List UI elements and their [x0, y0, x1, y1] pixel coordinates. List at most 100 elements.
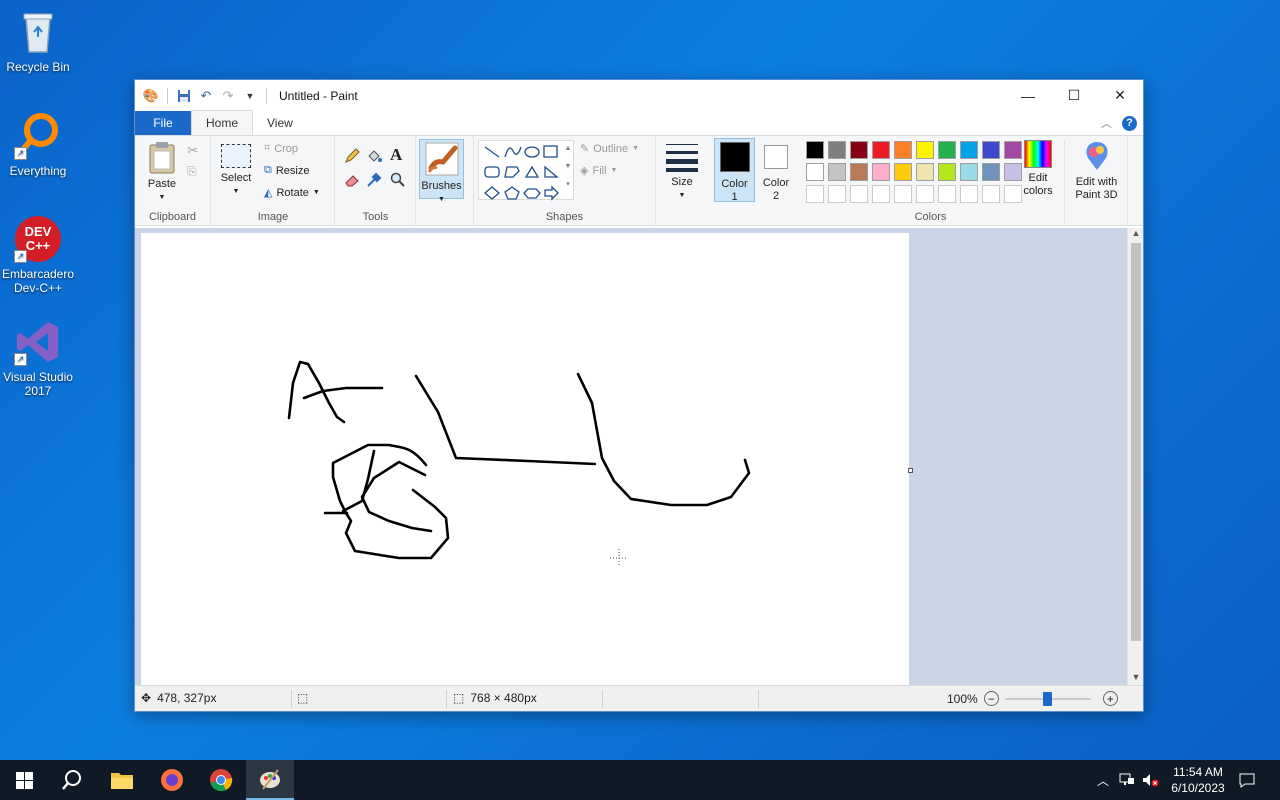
select-button[interactable]: Select ▼: [218, 144, 254, 198]
color-swatch[interactable]: [916, 141, 934, 159]
canvas-resize-handle[interactable]: [908, 468, 913, 473]
color-swatch[interactable]: [806, 141, 824, 159]
color-swatch[interactable]: [960, 141, 978, 159]
scrollbar-thumb[interactable]: [1131, 243, 1141, 641]
custom-color-slot[interactable]: [806, 185, 824, 203]
resize-button[interactable]: ⧉ Resize: [264, 164, 309, 177]
taskbar-chrome[interactable]: [197, 760, 245, 800]
vertical-scrollbar[interactable]: ▲ ▼: [1127, 228, 1143, 686]
custom-color-slot[interactable]: [894, 185, 912, 203]
color-swatch[interactable]: [872, 163, 890, 181]
paste-button[interactable]: Paste ▼: [143, 140, 181, 204]
custom-color-slot[interactable]: [850, 185, 868, 203]
magnifier-icon[interactable]: [390, 172, 406, 191]
group-image: Select ▼ ⌗ Crop ⧉ Resize ◭ Rotate ▼ Image: [212, 136, 335, 226]
scroll-down-arrow-icon[interactable]: ▼: [1128, 672, 1144, 686]
paint-app-icon[interactable]: 🎨: [143, 88, 159, 104]
desktop-icon-visual-studio[interactable]: ↗ Visual Studio 2017: [0, 318, 76, 398]
color2-button[interactable]: Color 2: [758, 138, 794, 202]
color2-label: Color 2: [762, 177, 790, 202]
rotate-button[interactable]: ◭ Rotate ▼: [264, 186, 320, 200]
shapes-gallery-icons: [484, 145, 559, 201]
color-swatch[interactable]: [828, 141, 846, 159]
edit-with-paint3d-button[interactable]: Edit with Paint 3D: [1064, 140, 1128, 224]
desktop-icon-recycle-bin[interactable]: Recycle Bin: [0, 8, 76, 74]
color-swatch[interactable]: [982, 141, 1000, 159]
color-swatch[interactable]: [872, 141, 890, 159]
crop-button[interactable]: ⌗ Crop: [264, 142, 298, 155]
undo-icon[interactable]: ↶: [198, 88, 214, 104]
fill-label: Fill: [592, 164, 607, 177]
start-button[interactable]: [0, 760, 48, 800]
redo-icon[interactable]: ↷: [220, 88, 236, 104]
color-swatch[interactable]: [806, 163, 824, 181]
color2-swatch: [764, 145, 788, 169]
minimize-button[interactable]: —: [1005, 80, 1051, 111]
custom-color-slot[interactable]: [872, 185, 890, 203]
fill-icon: ◈: [580, 165, 589, 177]
cut-icon[interactable]: ✂: [187, 142, 199, 159]
color-swatch[interactable]: [982, 163, 1000, 181]
zoom-out-icon[interactable]: −: [983, 691, 999, 706]
color-swatch[interactable]: [850, 141, 868, 159]
customize-toolbar-chevron-icon[interactable]: ▼: [242, 88, 258, 104]
zoom-slider-thumb[interactable]: [1042, 691, 1052, 706]
search-button[interactable]: [48, 760, 96, 800]
pencil-icon[interactable]: [344, 148, 360, 167]
custom-color-slot[interactable]: [982, 185, 1000, 203]
drawing-canvas[interactable]: [141, 233, 909, 686]
color-spectrum-icon: [1024, 140, 1052, 168]
tab-file[interactable]: File: [135, 111, 191, 135]
tab-view[interactable]: View: [253, 111, 307, 135]
color-swatch[interactable]: [938, 163, 956, 181]
custom-color-slot[interactable]: [828, 185, 846, 203]
zoom-slider[interactable]: [1004, 691, 1091, 706]
color-swatch[interactable]: [850, 163, 868, 181]
desktop-icon-everything[interactable]: ↗ Everything: [0, 112, 76, 178]
system-clock[interactable]: 11:54 AM 6/10/2023: [1164, 764, 1232, 796]
brush-icon: [425, 142, 458, 176]
eraser-icon[interactable]: [344, 172, 360, 191]
volume-muted-icon[interactable]: [1140, 760, 1162, 800]
chrome-icon: [210, 769, 233, 792]
help-icon[interactable]: ?: [1122, 115, 1137, 131]
color-picker-icon[interactable]: [366, 172, 382, 191]
show-hidden-icons-chevron-icon[interactable]: ︿: [1094, 760, 1112, 800]
crop-label: Crop: [274, 142, 299, 155]
zoom-in-icon[interactable]: +: [1102, 691, 1118, 706]
collapse-ribbon-chevron-icon[interactable]: ︿: [1101, 115, 1112, 131]
fill-bucket-icon[interactable]: [366, 148, 382, 167]
move-cursor-icon: ✥: [141, 691, 152, 705]
edit-colors-button[interactable]: Edit colors: [1020, 140, 1056, 198]
color-swatch[interactable]: [916, 163, 934, 181]
text-tool-icon[interactable]: A: [390, 145, 402, 165]
desktop-icon-devcpp[interactable]: DEV C++ ↗ Embarcadero Dev-C++: [0, 215, 76, 295]
tab-home[interactable]: Home: [191, 110, 254, 135]
custom-color-slot[interactable]: [916, 185, 934, 203]
network-icon[interactable]: [1116, 760, 1138, 800]
scroll-up-arrow-icon[interactable]: ▲: [1128, 228, 1144, 242]
brushes-button[interactable]: Brushes ▼: [419, 139, 464, 203]
close-button[interactable]: ✕: [1097, 80, 1143, 111]
size-button[interactable]: Size ▼: [663, 142, 701, 202]
color-swatch[interactable]: [828, 163, 846, 181]
custom-color-slot[interactable]: [960, 185, 978, 203]
taskbar-file-explorer[interactable]: [98, 760, 146, 800]
color-swatch[interactable]: [894, 163, 912, 181]
custom-color-slot[interactable]: [938, 185, 956, 203]
save-icon[interactable]: [176, 88, 192, 104]
outline-button[interactable]: ✎ Outline ▼: [580, 142, 639, 156]
color1-button[interactable]: Color 1: [714, 138, 755, 203]
fill-button[interactable]: ◈ Fill ▼: [580, 164, 617, 178]
maximize-button[interactable]: ☐: [1051, 80, 1097, 111]
canvas-workspace: [135, 228, 1128, 686]
shapes-scroll[interactable]: ▲ ▼ ▾: [562, 140, 574, 200]
color-swatch[interactable]: [938, 141, 956, 159]
taskbar-paint[interactable]: [246, 760, 294, 800]
color-swatch[interactable]: [894, 141, 912, 159]
notification-center-icon[interactable]: [1236, 760, 1258, 800]
taskbar-firefox[interactable]: [148, 760, 196, 800]
copy-icon[interactable]: ⎘: [187, 164, 197, 179]
color-swatch[interactable]: [960, 163, 978, 181]
desktop-icon-label: Embarcadero Dev-C++: [1, 267, 75, 295]
